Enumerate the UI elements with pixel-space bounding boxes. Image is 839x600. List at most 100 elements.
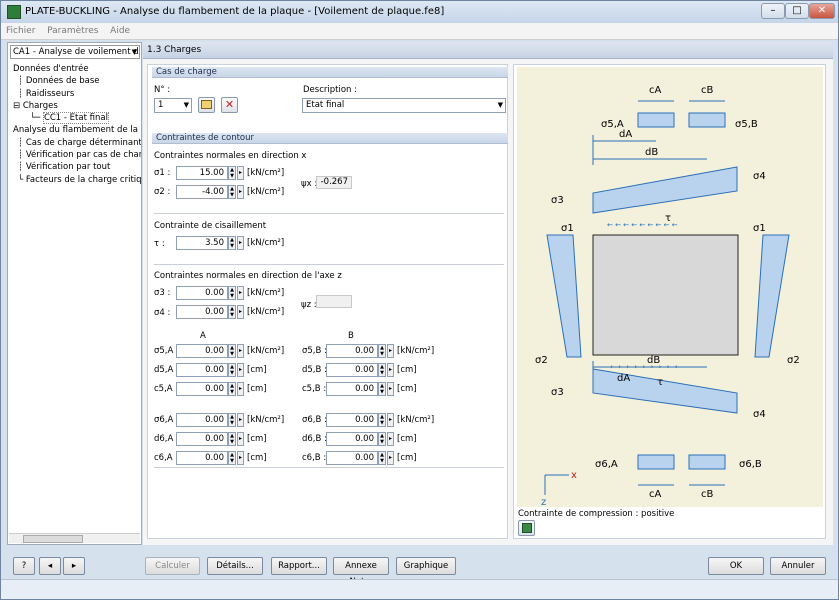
- menu-settings[interactable]: Paramètres: [42, 23, 102, 36]
- maximize-button[interactable]: □: [785, 3, 809, 19]
- sigma3-menu[interactable]: ▸: [237, 286, 244, 300]
- row-input-b[interactable]: 0.00: [326, 451, 378, 465]
- sigma2-menu[interactable]: ▸: [237, 185, 244, 199]
- divider: [154, 467, 504, 468]
- row-menu-b[interactable]: ▸: [387, 451, 394, 465]
- divider: [154, 213, 504, 214]
- menu-help[interactable]: Aide: [105, 23, 134, 36]
- graphic-button[interactable]: Graphique: [396, 557, 456, 575]
- row-menu-b[interactable]: ▸: [387, 382, 394, 396]
- view-button[interactable]: [518, 520, 535, 536]
- tau-input[interactable]: 3.50: [176, 236, 228, 250]
- tree-item-check-by-lc[interactable]: ┊ Vérification par cas de charge: [10, 149, 141, 161]
- ok-button[interactable]: OK: [708, 557, 764, 575]
- row-menu-a[interactable]: ▸: [237, 382, 244, 396]
- row-spinner-b[interactable]: ▲ ▼: [378, 382, 386, 396]
- row-spinner-b[interactable]: ▲ ▼: [378, 363, 386, 377]
- tree-item-governing-lc[interactable]: ┊ Cas de charge déterminant: [10, 137, 141, 149]
- menu-file[interactable]: Fichier: [1, 23, 39, 36]
- row-spinner-a[interactable]: ▲ ▼: [228, 382, 236, 396]
- row-spinner-a[interactable]: ▲ ▼: [228, 432, 236, 446]
- sigma4-spinner[interactable]: ▲ ▼: [228, 305, 236, 319]
- row-spinner-a[interactable]: ▲ ▼: [228, 413, 236, 427]
- tree-item-buckling-analysis[interactable]: Analyse du flambement de la plaque: [10, 124, 141, 136]
- calculate-button[interactable]: Calculer: [145, 557, 200, 575]
- label-da-bottom: dA: [617, 373, 630, 384]
- minimize-button[interactable]: –: [761, 3, 785, 19]
- row-input-a[interactable]: 0.00: [176, 413, 228, 427]
- description-select[interactable]: Etat final ▼: [302, 98, 506, 113]
- row-menu-a[interactable]: ▸: [237, 432, 244, 446]
- tau-menu[interactable]: ▸: [237, 236, 244, 250]
- tree-item-lc1[interactable]: └─ CC1 - Etat final: [10, 112, 141, 125]
- tau-spinner[interactable]: ▲ ▼: [228, 236, 236, 250]
- row-spinner-b[interactable]: ▲ ▼: [378, 451, 386, 465]
- row-menu-b[interactable]: ▸: [387, 344, 394, 358]
- chevron-down-icon: ▼: [183, 101, 189, 109]
- row-input-b[interactable]: 0.00: [326, 382, 378, 396]
- help-button[interactable]: ?: [13, 557, 35, 575]
- row-spinner-a[interactable]: ▲ ▼: [228, 344, 236, 358]
- tree-item-basic-data[interactable]: ┊ Données de base: [10, 75, 141, 87]
- sigma2-input[interactable]: -4.00: [176, 185, 228, 199]
- sigma2-spinner[interactable]: ▲ ▼: [228, 185, 236, 199]
- row-spinner-a[interactable]: ▲ ▼: [228, 451, 236, 465]
- sigma1-input[interactable]: 15.00: [176, 166, 228, 180]
- row-spinner-a[interactable]: ▲ ▼: [228, 363, 236, 377]
- row-input-b[interactable]: 0.00: [326, 413, 378, 427]
- label-tau-top: τ: [665, 213, 671, 224]
- section-loadcase: Cas de charge: [152, 67, 508, 78]
- row-menu-a[interactable]: ▸: [237, 413, 244, 427]
- close-button[interactable]: ✕: [809, 3, 835, 19]
- tree-item-input-data[interactable]: Données d'entrée: [10, 63, 141, 75]
- row-menu-a[interactable]: ▸: [237, 344, 244, 358]
- sigma1-menu[interactable]: ▸: [237, 166, 244, 180]
- label-sigma1-right: σ1: [753, 223, 766, 234]
- row-menu-b[interactable]: ▸: [387, 413, 394, 427]
- sigma1-label: σ1 :: [154, 168, 171, 178]
- row-input-a[interactable]: 0.00: [176, 432, 228, 446]
- row-spinner-b[interactable]: ▲ ▼: [378, 344, 386, 358]
- sigma1-spinner[interactable]: ▲ ▼: [228, 166, 236, 180]
- nav-scrollbar[interactable]: [9, 533, 140, 543]
- row-input-b[interactable]: 0.00: [326, 363, 378, 377]
- label-da-top: dA: [619, 129, 632, 140]
- row-spinner-b[interactable]: ▲ ▼: [378, 413, 386, 427]
- details-button[interactable]: Détails...: [207, 557, 263, 575]
- sigma3-input[interactable]: 0.00: [176, 286, 228, 300]
- input-pane: Cas de charge N° : 1 ▼ ✕ Description : Et…: [147, 64, 508, 539]
- row-unit-b: [kN/cm²]: [397, 346, 435, 356]
- next-button[interactable]: ▸: [63, 557, 85, 575]
- report-button[interactable]: Rapport...: [271, 557, 327, 575]
- sigma4-menu[interactable]: ▸: [237, 305, 244, 319]
- row-menu-a[interactable]: ▸: [237, 363, 244, 377]
- row-input-a[interactable]: 0.00: [176, 344, 228, 358]
- row-menu-a[interactable]: ▸: [237, 451, 244, 465]
- cancel-button[interactable]: Annuler: [770, 557, 826, 575]
- loadcase-no-label: N° :: [154, 85, 171, 95]
- row-menu-b[interactable]: ▸: [387, 363, 394, 377]
- case-select[interactable]: CA1 - Analyse de voilement de p ▼: [10, 45, 140, 59]
- row-input-b[interactable]: 0.00: [326, 344, 378, 358]
- row-unit-b: [cm]: [397, 453, 417, 463]
- new-loadcase-button[interactable]: [198, 97, 215, 113]
- row-menu-b[interactable]: ▸: [387, 432, 394, 446]
- row-input-a[interactable]: 0.00: [176, 382, 228, 396]
- row-input-a[interactable]: 0.00: [176, 363, 228, 377]
- prev-button[interactable]: ◂: [39, 557, 61, 575]
- delete-loadcase-button[interactable]: ✕: [221, 97, 238, 113]
- row-spinner-b[interactable]: ▲ ▼: [378, 432, 386, 446]
- row-input-b[interactable]: 0.00: [326, 432, 378, 446]
- tree-item-check-all[interactable]: ┊ Vérification par tout: [10, 161, 141, 173]
- tree-item-loads[interactable]: ⊟ Charges: [10, 100, 141, 112]
- label-sigma3-bottom: σ3: [551, 387, 564, 398]
- row-input-a[interactable]: 0.00: [176, 451, 228, 465]
- tree-item-stiffeners[interactable]: ┊ Raidisseurs: [10, 88, 141, 100]
- label-cb-bottom: cB: [701, 489, 713, 500]
- scroll-thumb[interactable]: [23, 535, 83, 543]
- loadcase-no-select[interactable]: 1 ▼: [154, 98, 192, 113]
- sigma3-spinner[interactable]: ▲ ▼: [228, 286, 236, 300]
- tree-item-critical-factors[interactable]: └ Facteurs de la charge critique de: [10, 174, 141, 186]
- sigma4-input[interactable]: 0.00: [176, 305, 228, 319]
- national-annex-button[interactable]: Annexe Nat...: [333, 557, 389, 587]
